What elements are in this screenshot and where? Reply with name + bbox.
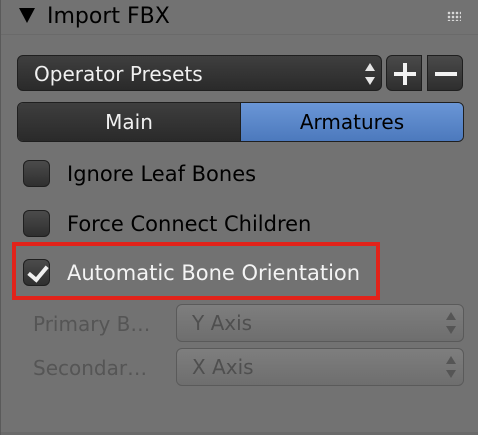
plus-icon — [394, 63, 416, 85]
secondary-bone-axis-label: Secondar… — [33, 356, 148, 380]
secondary-bone-axis-value: X Axis — [192, 355, 254, 379]
operator-presets-label: Operator Presets — [34, 62, 203, 86]
remove-preset-button[interactable] — [427, 55, 463, 91]
force-connect-children-label: Force Connect Children — [67, 212, 312, 236]
up-down-arrows-icon — [364, 62, 376, 86]
minus-icon — [435, 63, 457, 85]
primary-bone-axis-dropdown[interactable]: Y Axis — [176, 304, 464, 342]
collapse-triangle-icon[interactable] — [19, 8, 35, 23]
highlight-annotation-box — [12, 242, 380, 300]
add-preset-button[interactable] — [386, 55, 422, 91]
tab-armatures[interactable]: Armatures — [241, 103, 463, 141]
ignore-leaf-bones-checkbox[interactable] — [23, 160, 50, 187]
ignore-leaf-bones-label: Ignore Leaf Bones — [67, 162, 257, 186]
operator-presets-dropdown[interactable]: Operator Presets — [17, 55, 382, 91]
force-connect-children-checkbox[interactable] — [23, 210, 50, 237]
primary-bone-axis-value: Y Axis — [192, 311, 253, 335]
drag-handle-icon[interactable] — [447, 11, 461, 21]
panel-header[interactable]: Import FBX — [1, 0, 478, 34]
primary-bone-axis-label: Primary B… — [33, 312, 151, 336]
secondary-bone-axis-dropdown[interactable]: X Axis — [176, 348, 464, 386]
ignore-leaf-bones-option[interactable]: Ignore Leaf Bones — [23, 158, 443, 188]
header-divider — [1, 34, 478, 35]
up-down-arrows-icon — [445, 311, 457, 335]
tab-main[interactable]: Main — [18, 103, 241, 141]
import-fbx-panel: Import FBX Operator Presets Main Armatur… — [0, 0, 478, 435]
force-connect-children-option[interactable]: Force Connect Children — [23, 208, 443, 238]
tab-bar: Main Armatures — [17, 102, 464, 142]
up-down-arrows-icon — [445, 355, 457, 379]
panel-title: Import FBX — [47, 4, 170, 29]
